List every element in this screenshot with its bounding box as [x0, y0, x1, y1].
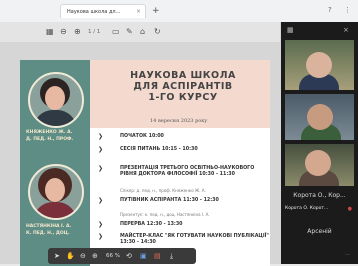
draw-icon[interactable]: ⌂: [140, 26, 145, 38]
grid-view-icon[interactable]: ▦: [287, 26, 294, 34]
chat-icon[interactable]: ▭: [112, 26, 120, 38]
grid-icon[interactable]: ▦: [46, 26, 54, 38]
presentation-slide: КНЯЖЕНКО Ж. А. Д. ПЕД. Н., ПРОФ. НАСТЯНК…: [20, 60, 270, 266]
arrow-icon: ❯: [98, 233, 104, 240]
annotate-icon[interactable]: ✎: [126, 26, 133, 38]
more-options-icon[interactable]: ⋯: [345, 252, 350, 258]
zoom-level: 66 %: [106, 253, 120, 259]
arrow-icon: ❯: [98, 165, 104, 172]
video-tile[interactable]: [285, 40, 354, 90]
cursor-icon[interactable]: ➤: [54, 250, 60, 262]
download-icon[interactable]: ⤓: [170, 250, 173, 262]
title-block: НАУКОВА ШКОЛА ДЛЯ АСПІРАНТІВ 1-ГО КУРСУ …: [90, 60, 270, 128]
pdf-icon[interactable]: ▤: [154, 250, 161, 262]
arrow-icon: ❯: [98, 133, 104, 140]
arrow-icon: ❯: [98, 146, 104, 153]
participant-small-caption: Корота О. Корот...: [285, 206, 329, 211]
participant-face: [306, 52, 332, 78]
speaker1-name: КНЯЖЕНКО Ж. А.: [26, 130, 73, 135]
video-tile[interactable]: [285, 94, 354, 140]
browser-tab-bar: Наукова школа дл... × + ? ⋮: [0, 0, 358, 23]
video-header: ▦ ×: [281, 22, 358, 40]
zoom-in-icon[interactable]: ⊕: [74, 26, 81, 38]
participant-face: [307, 104, 333, 130]
speaker1-photo: [28, 72, 84, 128]
video-tile[interactable]: [285, 144, 354, 186]
browser-tab[interactable]: Наукова школа дл... ×: [60, 4, 146, 18]
mic-muted-icon: ●: [347, 206, 352, 212]
help-icon[interactable]: ?: [328, 4, 332, 16]
new-tab-button[interactable]: +: [152, 4, 160, 18]
speaker1-degree: Д. ПЕД. Н., ПРОФ.: [26, 137, 74, 142]
event-date: 14 вересня 2023 року: [150, 118, 208, 124]
more-menu-icon[interactable]: ⋮: [344, 4, 351, 16]
pdf-toolbar: ➤ ✋ ⊖ ⊕ 66 % ⟲ ▣ ▤ ⤓: [48, 248, 196, 264]
slide-title: НАУКОВА ШКОЛА ДЛЯ АСПІРАНТІВ 1-ГО КУРСУ: [130, 70, 236, 103]
fit-icon[interactable]: ⟲: [126, 250, 132, 262]
zoom-out-icon[interactable]: ⊖: [80, 250, 86, 262]
arrow-icon: ❯: [98, 197, 104, 204]
participant-face: [305, 150, 331, 176]
hand-icon[interactable]: ✋: [66, 250, 75, 262]
page-indicator: 1 / 1: [88, 29, 101, 35]
content-column: НАУКОВА ШКОЛА ДЛЯ АСПІРАНТІВ 1-ГО КУРСУ …: [90, 60, 270, 266]
viewer-toolbar: ▦ ⊖ ⊕ 1 / 1 ▭ ✎ ⌂ ↻: [0, 22, 280, 42]
word-icon[interactable]: ▣: [140, 250, 147, 262]
speakers-column: КНЯЖЕНКО Ж. А. Д. ПЕД. Н., ПРОФ. НАСТЯНК…: [20, 60, 90, 266]
rotate-icon[interactable]: ↻: [154, 26, 161, 38]
speaker2-degree: К. ПЕД. Н., ДОЦ.: [26, 231, 70, 236]
speaker2-name: НАСТЯНКІНА І. А.: [26, 224, 72, 229]
arrow-icon: ❯: [98, 221, 104, 228]
tab-title: Наукова школа дл...: [67, 9, 121, 15]
video-panel: ▦ × Корота О., Кор... Корота О. Корот...…: [281, 22, 358, 264]
participant-caption: Корота О., Кор...: [293, 192, 346, 199]
close-tab-icon[interactable]: ×: [136, 5, 141, 19]
participant-name: Арсеній: [307, 228, 332, 235]
zoom-in-icon[interactable]: ⊕: [92, 250, 98, 262]
close-panel-icon[interactable]: ×: [343, 26, 349, 34]
zoom-out-icon[interactable]: ⊖: [60, 26, 67, 38]
speaker2-photo: [28, 164, 84, 220]
